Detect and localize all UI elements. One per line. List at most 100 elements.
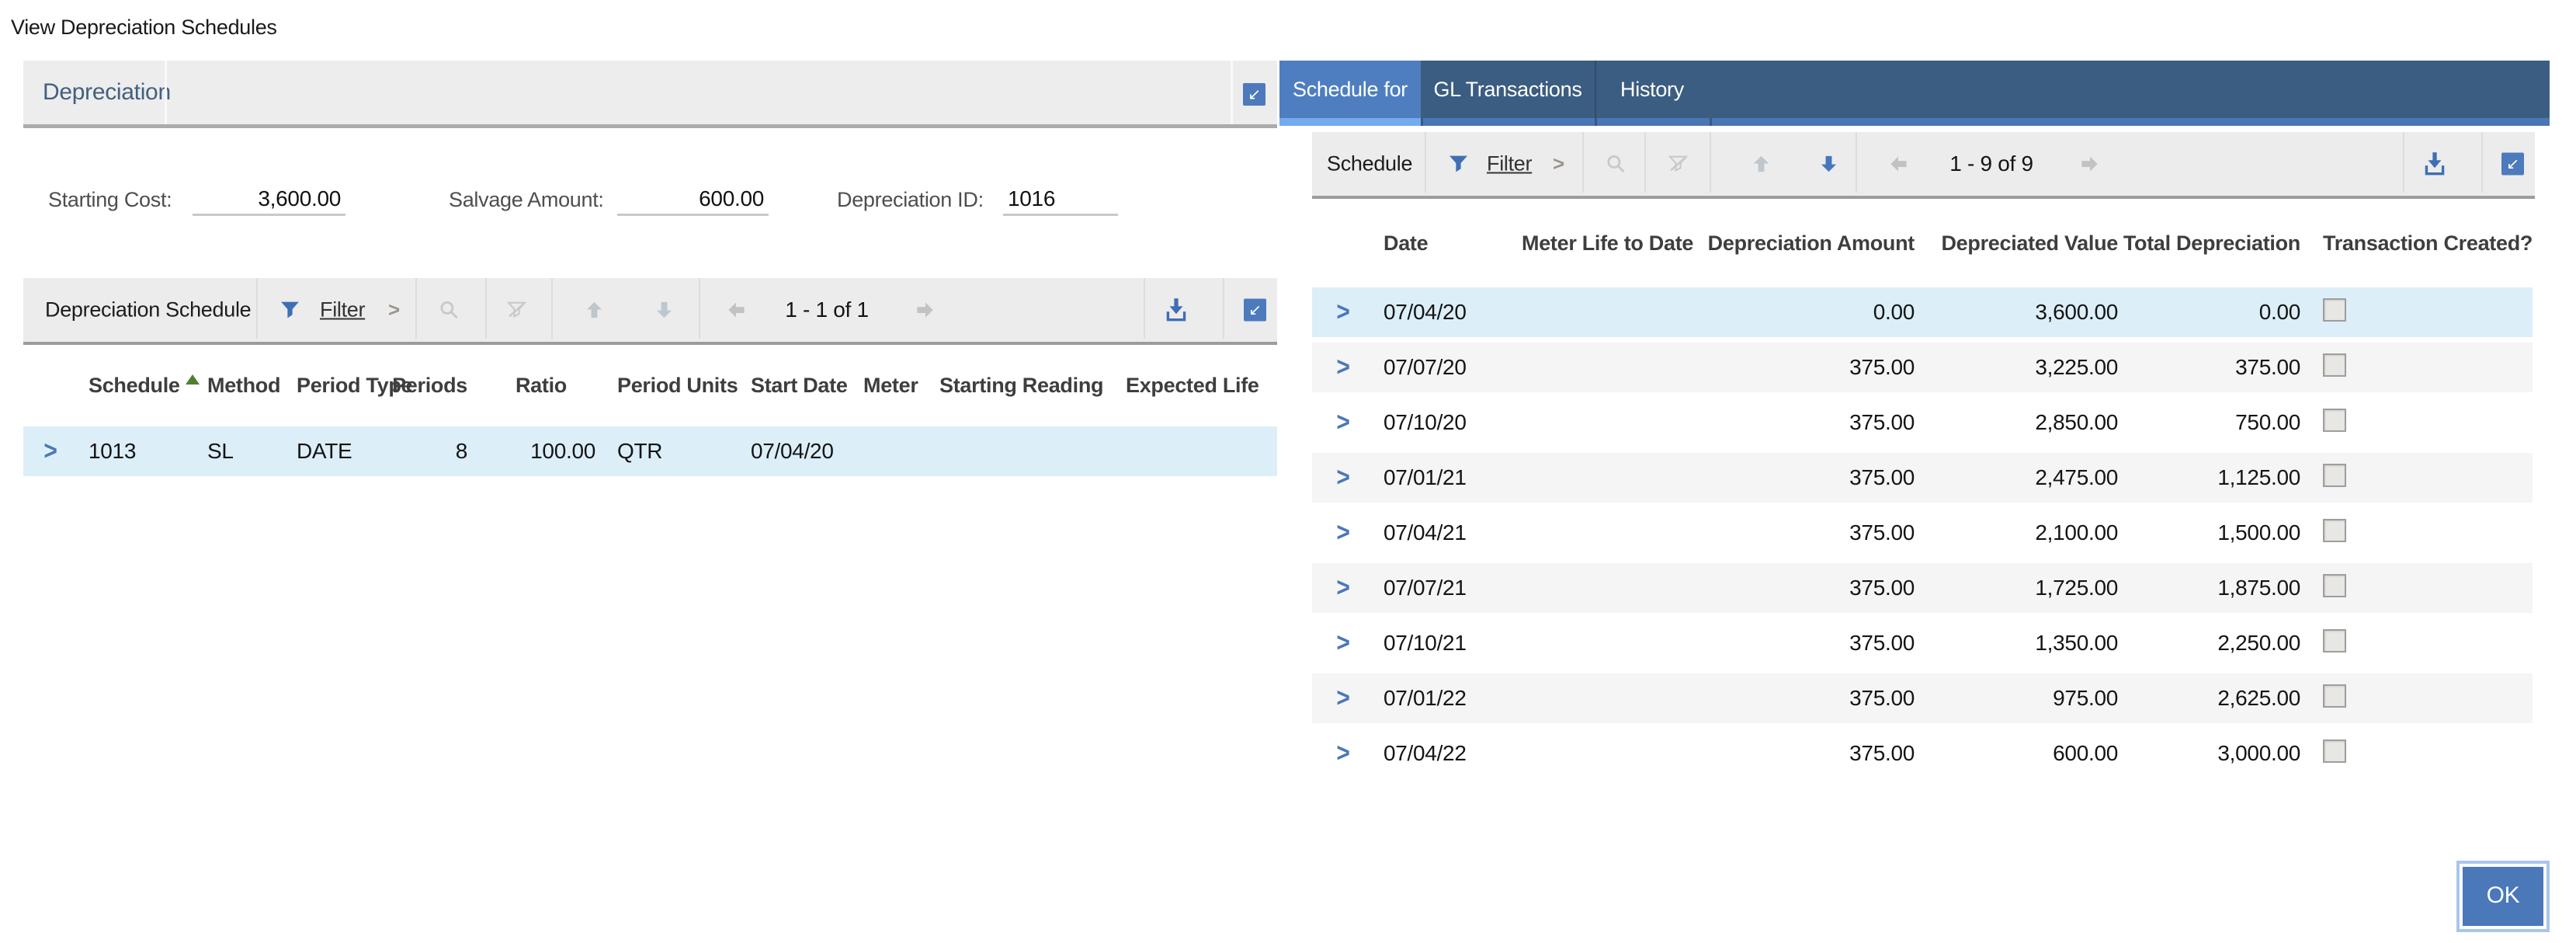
cell-date[interactable]: 07/01/21 [1374,465,1522,490]
minimize-section-icon[interactable]: ↙ [1243,83,1265,106]
row-detail-chevron-icon[interactable]: > [1336,297,1349,327]
clear-filter-icon[interactable] [1668,154,1689,175]
table-row[interactable]: > 07/04/20 0.00 3,600.00 0.00 [1312,287,2533,337]
cell-total-depreciation: 3,000.00 [2121,741,2304,766]
row-detail-chevron-icon[interactable]: > [1336,572,1349,603]
cell-schedule[interactable]: 1013 [78,439,190,464]
column-header-period-type[interactable]: Period Type [279,374,392,398]
row-detail-chevron-icon[interactable]: > [1336,683,1349,713]
cell-total-depreciation: 2,250.00 [2121,631,2304,656]
transaction-created-checkbox[interactable] [2323,409,2346,432]
column-header-method[interactable]: Method [190,374,279,398]
cell-depreciation-amount: 375.00 [1686,410,1918,435]
cell-total-depreciation: 375.00 [2121,355,2304,380]
cell-date[interactable]: 07/07/21 [1374,576,1522,600]
column-header-depreciation-amount[interactable]: Depreciation Amount [1686,231,1918,256]
table-row[interactable]: > 07/04/22 375.00 600.00 3,000.00 [1312,729,2533,778]
transaction-created-checkbox[interactable] [2323,353,2346,377]
clear-filter-icon[interactable] [506,300,527,321]
salvage-amount-field[interactable]: 600.00 [617,185,769,216]
column-header-depreciated-value[interactable]: Depreciated Value [1918,231,2121,256]
table-row[interactable]: > 07/07/21 375.00 1,725.00 1,875.00 [1312,563,2533,613]
column-header-ratio[interactable]: Ratio [474,374,602,398]
column-header-periods[interactable]: Periods [392,374,474,398]
download-icon[interactable] [1162,296,1190,324]
cell-date[interactable]: 07/10/20 [1374,410,1522,435]
cell-date[interactable]: 07/04/22 [1374,741,1522,766]
cell-date[interactable]: 07/01/22 [1374,686,1522,711]
previous-page-icon[interactable] [726,300,747,321]
cell-depreciated-value: 2,100.00 [1918,520,2121,545]
transaction-created-checkbox[interactable] [2323,519,2346,542]
table-row[interactable]: > 07/04/21 375.00 2,100.00 1,500.00 [1312,508,2533,558]
ok-button[interactable]: OK [2460,864,2546,929]
column-header-total-depreciation[interactable]: Total Depreciation [2121,231,2304,256]
transaction-created-checkbox[interactable] [2323,464,2346,487]
cell-date[interactable]: 07/04/21 [1374,520,1522,545]
minimize-table-icon[interactable]: ↙ [1244,299,1266,322]
table-row[interactable]: > 07/10/20 375.00 2,850.00 750.00 [1312,398,2533,447]
cell-depreciated-value: 1,350.00 [1918,631,2121,656]
transaction-created-checkbox[interactable] [2323,298,2346,322]
previous-row-icon[interactable] [584,300,605,321]
download-icon[interactable] [2421,150,2449,178]
depreciation-section-header: Depreciation ↙ [23,61,1277,128]
cell-date[interactable]: 07/10/21 [1374,631,1522,656]
search-icon[interactable] [439,300,460,321]
cell-date[interactable]: 07/04/20 [1374,300,1522,325]
row-detail-chevron-icon[interactable]: > [1336,407,1349,437]
row-detail-chevron-icon[interactable]: > [1336,462,1349,492]
cell-depreciation-amount: 375.00 [1686,520,1918,545]
filter-icon[interactable] [279,300,300,321]
minimize-table-icon[interactable]: ↙ [2501,153,2524,176]
transaction-created-checkbox[interactable] [2323,684,2346,708]
table-row[interactable]: > 07/07/20 375.00 3,225.00 375.00 [1312,343,2533,392]
transaction-created-checkbox[interactable] [2323,629,2346,652]
previous-row-icon[interactable] [1751,154,1772,175]
column-header-date[interactable]: Date [1374,231,1522,256]
table-row[interactable]: > 07/01/21 375.00 2,475.00 1,125.00 [1312,453,2533,503]
search-icon[interactable] [1606,154,1626,175]
cell-depreciated-value: 3,225.00 [1918,355,2121,380]
column-header-expected-life[interactable]: Expected Life [1114,374,1277,398]
column-header-transaction-created[interactable]: Transaction Created? [2304,231,2529,256]
table-row[interactable]: > 1013 SL DATE 8 100.00 QTR 07/04/20 [23,426,1277,476]
previous-page-icon[interactable] [1888,154,1909,175]
next-page-icon[interactable] [915,300,936,321]
column-header-meter-life-to-date[interactable]: Meter Life to Date [1522,231,1686,256]
row-detail-chevron-icon[interactable]: > [1336,517,1349,548]
cell-total-depreciation: 2,625.00 [2121,686,2304,711]
filter-expand-chevron-icon[interactable]: > [1553,152,1564,176]
table-row[interactable]: > 07/10/21 375.00 1,350.00 2,250.00 [1312,618,2533,668]
row-detail-chevron-icon[interactable]: > [1336,628,1349,658]
filter-link[interactable]: Filter [1487,152,1532,176]
table-row[interactable]: > 07/01/22 375.00 975.00 2,625.00 [1312,673,2533,723]
starting-cost-label: Starting Cost: [48,188,172,212]
tab-bar-strip [1279,118,2550,126]
transaction-created-checkbox[interactable] [2323,739,2346,763]
row-detail-chevron-icon[interactable]: > [43,436,57,466]
starting-cost-field[interactable]: 3,600.00 [193,185,345,216]
filter-link[interactable]: Filter [320,298,365,322]
cell-periods: 8 [392,439,474,464]
column-header-meter[interactable]: Meter [854,374,928,398]
column-header-starting-reading[interactable]: Starting Reading [928,374,1114,398]
cell-depreciation-amount: 375.00 [1686,741,1918,766]
filter-icon[interactable] [1448,154,1469,175]
next-page-icon[interactable] [2079,154,2100,175]
column-header-period-units[interactable]: Period Units [602,374,741,398]
next-row-icon[interactable] [1818,154,1839,175]
cell-date[interactable]: 07/07/20 [1374,355,1522,380]
filter-expand-chevron-icon[interactable]: > [388,298,400,322]
tab-gl-transactions[interactable]: GL Transactions [1421,61,1595,118]
row-detail-chevron-icon[interactable]: > [1336,352,1349,382]
tab-history[interactable]: History [1595,61,1710,118]
row-detail-chevron-icon[interactable]: > [1336,738,1349,768]
transaction-created-checkbox[interactable] [2323,574,2346,597]
next-row-icon[interactable] [654,300,675,321]
schedule-toolbar: Schedule Filter > 1 - 9 of 9 [1312,132,2535,199]
depreciation-id-field[interactable]: 1016 [1003,185,1118,216]
column-header-start-date[interactable]: Start Date [741,374,854,398]
tab-schedule-for[interactable]: Schedule for [1279,61,1421,118]
column-header-schedule[interactable]: Schedule [78,374,190,398]
